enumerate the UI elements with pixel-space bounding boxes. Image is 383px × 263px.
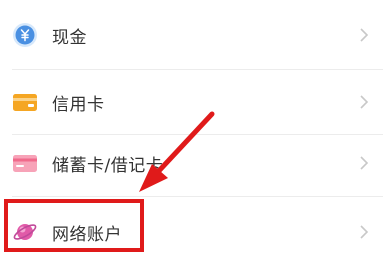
list-item-online-account[interactable]: 网络账户 bbox=[0, 199, 383, 263]
chevron-right-icon bbox=[360, 225, 369, 239]
list-item-credit-card[interactable]: 信用卡 bbox=[0, 69, 383, 135]
list-item-label: 现金 bbox=[52, 27, 87, 48]
planet-icon bbox=[12, 219, 38, 245]
chevron-right-icon bbox=[360, 95, 369, 109]
chevron-right-icon bbox=[360, 156, 369, 170]
yuan-circle-icon bbox=[12, 22, 38, 48]
list-item-debit-card[interactable]: 储蓄卡/借记卡 bbox=[0, 130, 383, 196]
account-type-list-screen: 现金 信用卡 储蓄卡/借记卡 网络账户 bbox=[0, 0, 383, 263]
list-item-label: 网络账户 bbox=[52, 224, 122, 245]
debit-card-icon bbox=[12, 150, 38, 176]
list-item-cash[interactable]: 现金 bbox=[0, 2, 383, 68]
list-item-label: 信用卡 bbox=[52, 94, 105, 115]
list-item-label: 储蓄卡/借记卡 bbox=[52, 155, 164, 176]
chevron-right-icon bbox=[360, 28, 369, 42]
divider bbox=[12, 196, 383, 197]
credit-card-icon bbox=[12, 89, 38, 115]
